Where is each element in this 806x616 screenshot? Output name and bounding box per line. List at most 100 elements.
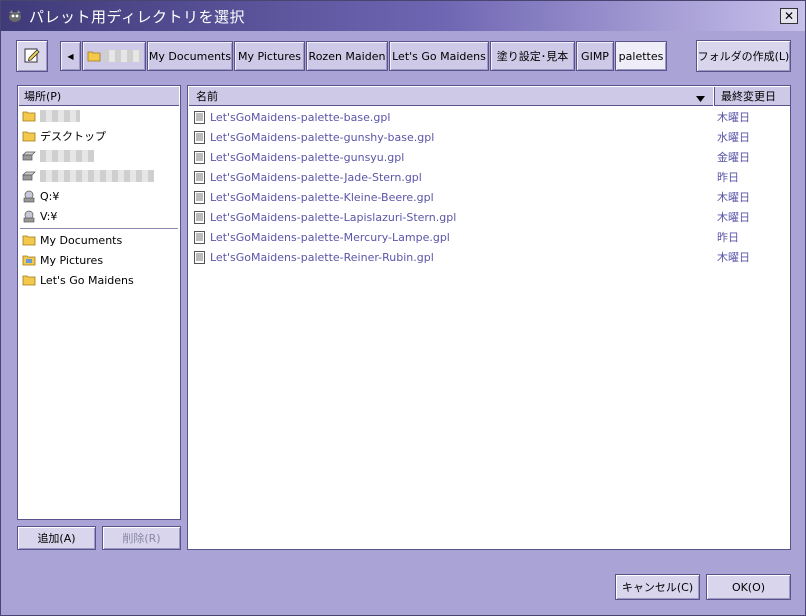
cancel-label: キャンセル(C) [621,581,694,594]
places-header-label: 場所(P) [24,90,62,103]
column-header-modified[interactable]: 最終変更日 [714,87,790,106]
file-list-panel: 名前 最終変更日 Let'sGoMaidens-palette-base.gpl… [187,85,791,550]
blurred-label [40,170,154,182]
file-modified: 木曜日 [717,251,750,264]
cancel-button[interactable]: キャンセル(C) [615,574,700,600]
breadcrumb-label: palettes [618,49,664,63]
breadcrumb-label: 塗り設定･見本 [496,50,569,63]
file-row[interactable]: Let'sGoMaidens-palette-gunsyu.gpl 金曜日 [190,147,787,167]
file-icon [192,130,206,144]
ok-button[interactable]: OK(O) [706,574,791,600]
place-label: V:¥ [40,209,58,223]
bookmark-my-documents[interactable]: My Documents [20,230,178,250]
breadcrumb-label: Rozen Maiden [308,49,386,63]
file-row[interactable]: Let'sGoMaidens-palette-Jade-Stern.gpl 昨日 [190,167,787,187]
add-bookmark-label: 追加(A) [37,532,76,545]
create-folder-label: フォルダの作成(L) [697,50,790,63]
close-icon: ✕ [783,9,795,23]
file-name: Let'sGoMaidens-palette-Mercury-Lampe.gpl [210,230,450,244]
sort-descending-icon [696,92,705,105]
breadcrumb-my-pictures[interactable]: My Pictures [234,41,305,71]
gimp-app-icon [7,9,23,23]
blurred-label [40,150,94,162]
file-row[interactable]: Let'sGoMaidens-palette-Reiner-Rubin.gpl … [190,247,787,267]
breadcrumb-rozen-maiden[interactable]: Rozen Maiden [306,41,388,71]
bookmark-lets-go-maidens[interactable]: Let's Go Maidens [20,270,178,290]
file-name: Let'sGoMaidens-palette-Jade-Stern.gpl [210,170,422,184]
breadcrumb-nuri-settei[interactable]: 塗り設定･見本 [490,41,575,71]
file-icon [192,250,206,264]
place-item-q-drive[interactable]: Q:¥ [20,186,178,206]
location-edit-button[interactable] [16,40,48,72]
pencil-edit-icon [23,46,41,67]
network-drive-icon [22,209,36,223]
place-item-home[interactable] [20,106,178,126]
file-row[interactable]: Let'sGoMaidens-palette-Kleine-Beere.gpl … [190,187,787,207]
breadcrumb-label: Let's Go Maidens [392,49,486,63]
file-row[interactable]: Let'sGoMaidens-palette-Mercury-Lampe.gpl… [190,227,787,247]
file-name: Let'sGoMaidens-palette-base.gpl [210,110,391,124]
file-icon [192,210,206,224]
close-button[interactable]: ✕ [780,8,798,24]
drive-icon [22,169,36,183]
column-name-label: 名前 [196,90,218,103]
column-header-name[interactable]: 名前 [189,87,713,106]
breadcrumb-lets-go-maidens[interactable]: Let's Go Maidens [389,41,489,71]
bookmark-label: My Pictures [40,253,104,267]
folder-icon [87,49,101,63]
bookmark-label: My Documents [40,233,123,247]
breadcrumb-label: My Documents [148,49,232,63]
file-name: Let'sGoMaidens-palette-gunsyu.gpl [210,150,405,164]
file-name: Let'sGoMaidens-palette-Lapislazuri-Stern… [210,210,457,224]
place-item-desktop[interactable]: デスクトップ [20,126,178,146]
file-modified: 昨日 [717,231,739,244]
pictures-folder-icon [22,253,36,267]
file-modified: 昨日 [717,171,739,184]
add-bookmark-button[interactable]: 追加(A) [17,526,96,550]
path-scroll-left-button[interactable]: ◀ [60,41,81,71]
places-header[interactable]: 場所(P) [19,87,179,106]
file-row[interactable]: Let'sGoMaidens-palette-gunshy-base.gpl 水… [190,127,787,147]
file-row[interactable]: Let'sGoMaidens-palette-base.gpl 木曜日 [190,107,787,127]
place-item-v-drive[interactable]: V:¥ [20,206,178,226]
breadcrumb-palettes[interactable]: palettes [615,41,667,71]
column-modified-label: 最終変更日 [721,90,776,103]
folder-icon [22,129,36,143]
blurred-label [103,50,141,62]
place-label: Q:¥ [40,189,60,203]
breadcrumb-root[interactable] [82,41,146,71]
file-modified: 水曜日 [717,131,750,144]
place-label: デスクトップ [40,130,106,143]
place-item-drive-1[interactable] [20,146,178,166]
file-modified: 金曜日 [717,151,750,164]
folder-icon [22,233,36,247]
places-panel: 場所(P) デスクトップ Q:¥ V:¥ My Documents My Pic… [17,85,181,520]
arrow-left-icon: ◀ [67,51,74,61]
window-title: パレット用ディレクトリを選択 [29,7,245,26]
file-name: Let'sGoMaidens-palette-gunshy-base.gpl [210,130,435,144]
title-bar[interactable]: パレット用ディレクトリを選択 ✕ [1,1,805,31]
file-row[interactable]: Let'sGoMaidens-palette-Lapislazuri-Stern… [190,207,787,227]
file-icon [192,150,206,164]
remove-bookmark-button[interactable]: 削除(R) [102,526,181,550]
folder-icon [22,109,36,123]
drive-icon [22,149,36,163]
breadcrumb-label: My Pictures [237,49,302,63]
breadcrumb-gimp[interactable]: GIMP [576,41,614,71]
file-chooser-dialog: パレット用ディレクトリを選択 ✕ ◀ My Documents My Pictu… [0,0,806,616]
place-item-drive-2[interactable] [20,166,178,186]
file-modified: 木曜日 [717,191,750,204]
file-icon [192,110,206,124]
create-folder-button[interactable]: フォルダの作成(L) [696,40,791,72]
file-icon [192,190,206,204]
ok-label: OK(O) [731,580,766,594]
breadcrumb-my-documents[interactable]: My Documents [147,41,233,71]
bookmark-my-pictures[interactable]: My Pictures [20,250,178,270]
file-modified: 木曜日 [717,111,750,124]
file-modified: 木曜日 [717,211,750,224]
network-drive-icon [22,189,36,203]
breadcrumb-label: GIMP [581,49,609,63]
places-separator [20,228,178,229]
bookmark-label: Let's Go Maidens [40,273,134,287]
file-icon [192,230,206,244]
